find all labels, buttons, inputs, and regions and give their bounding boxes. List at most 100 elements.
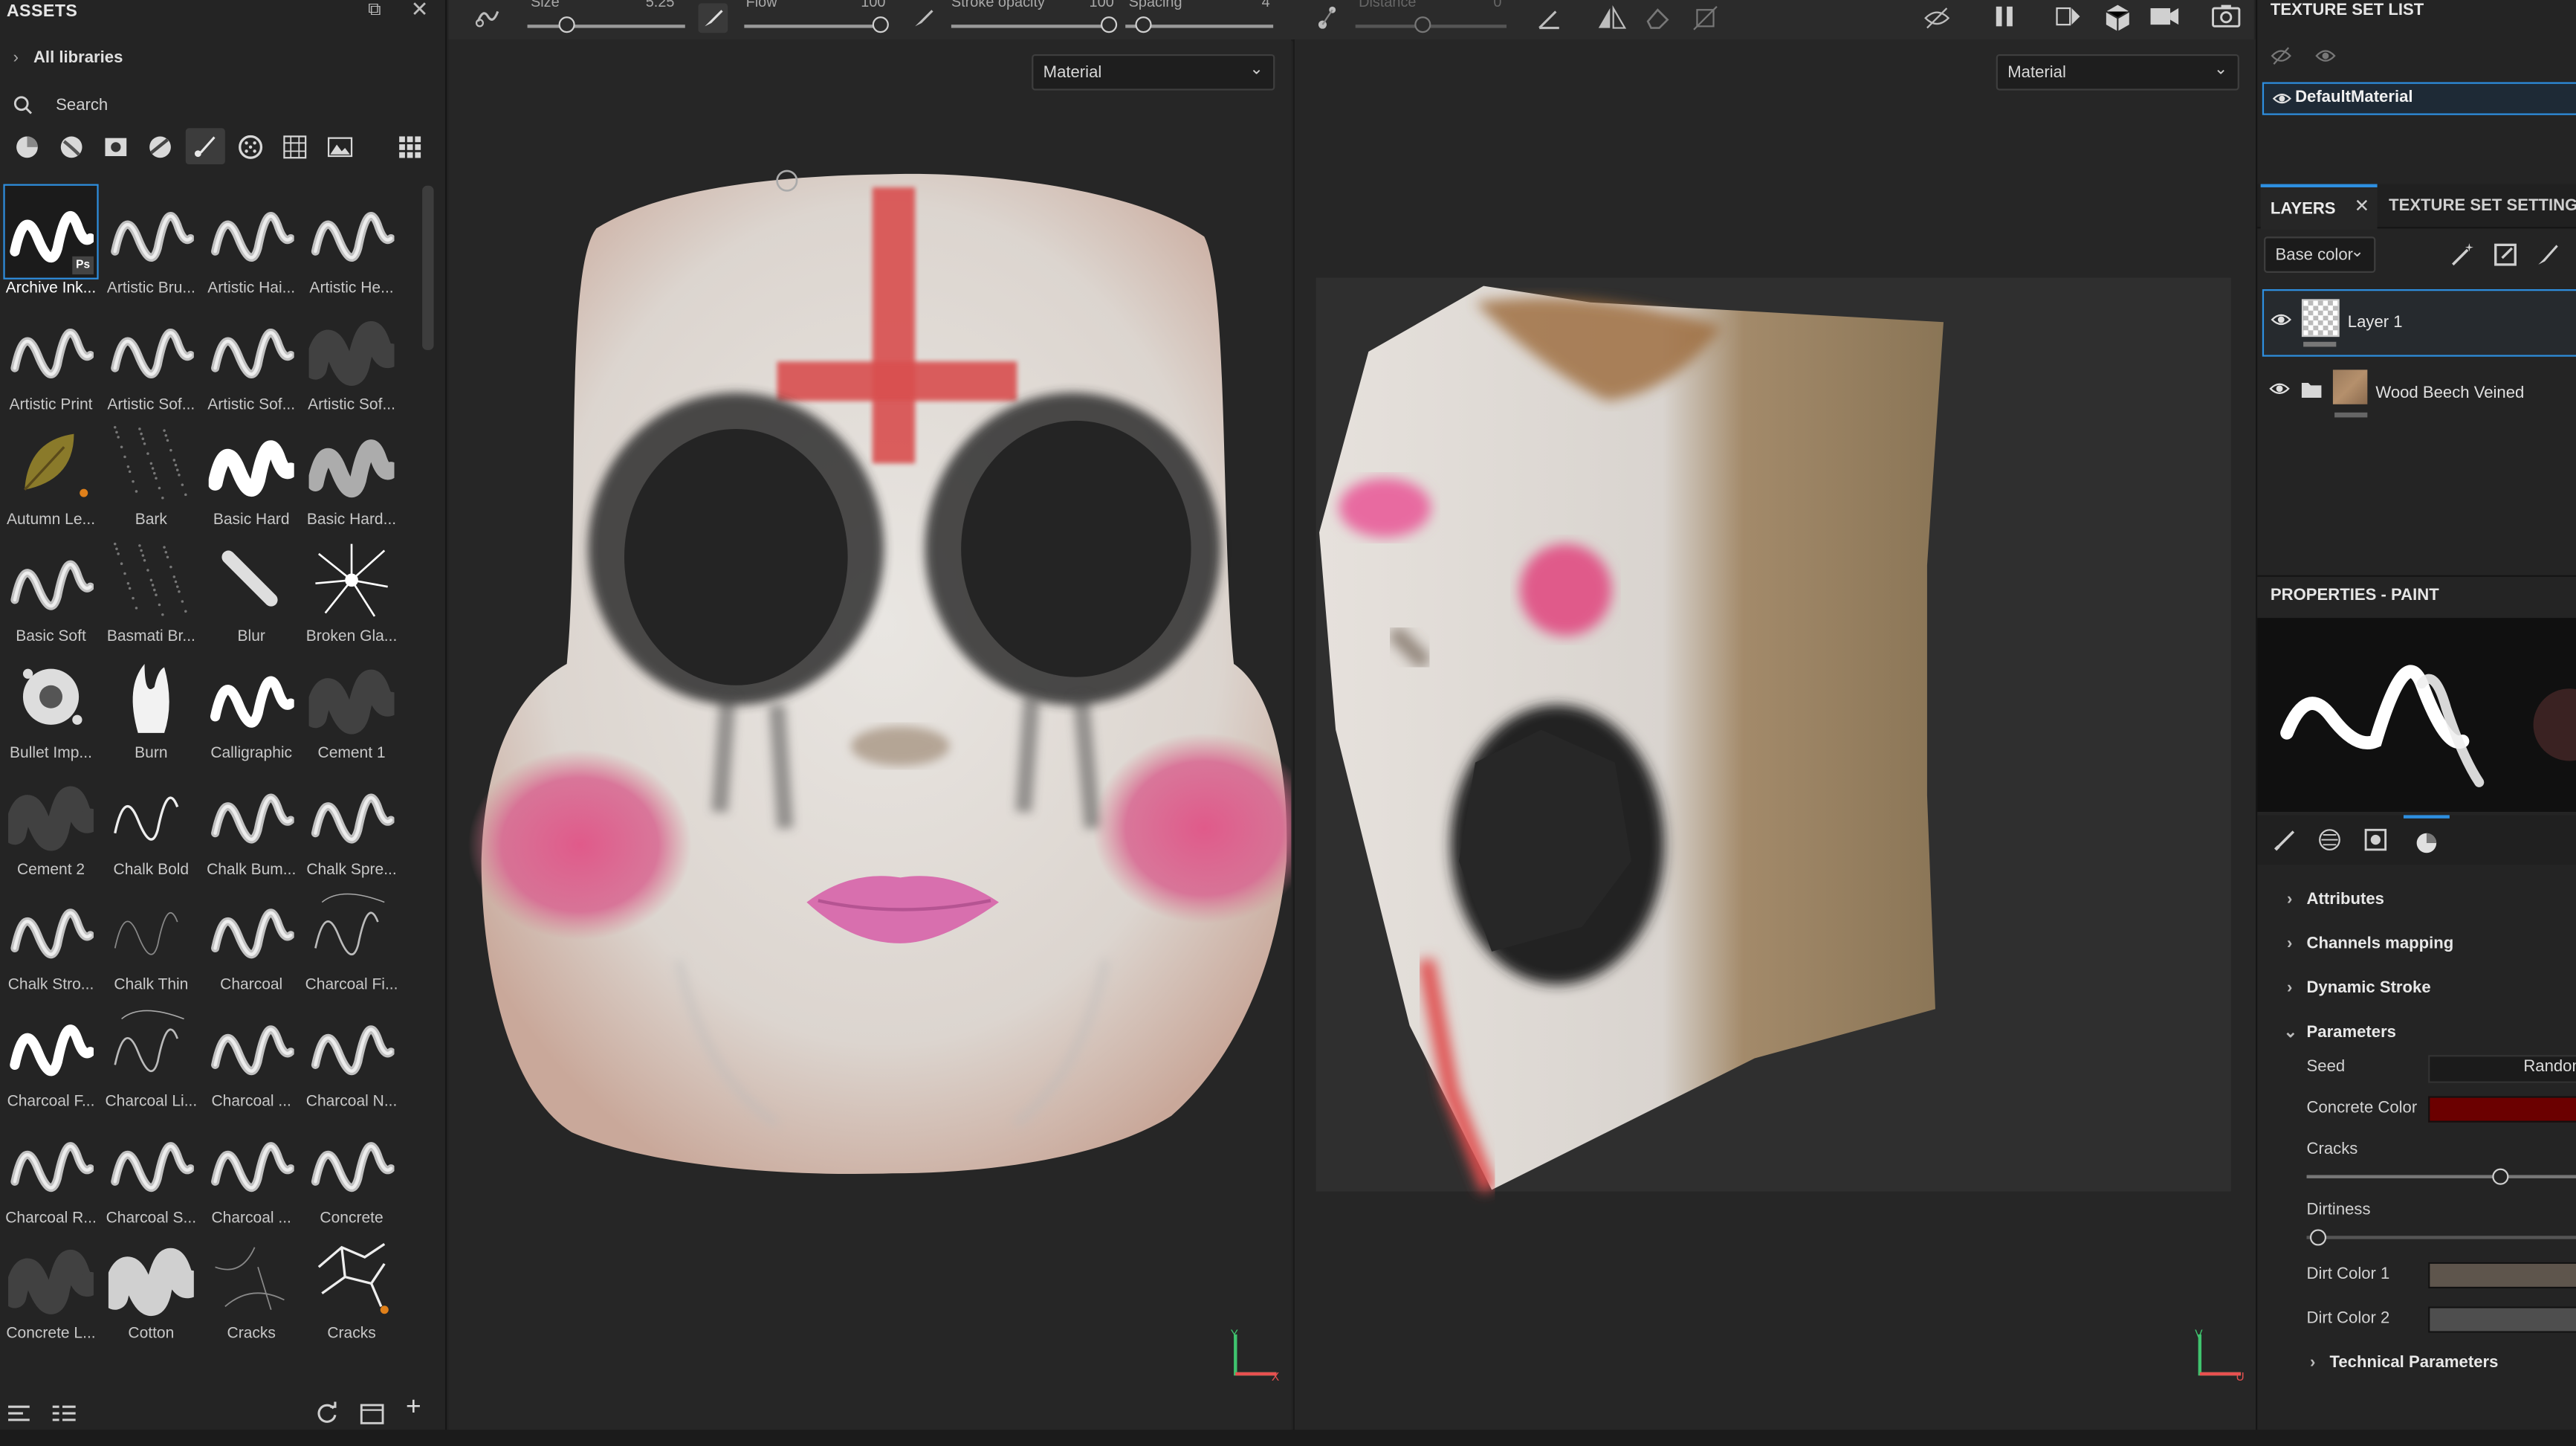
brush-asset[interactable]: Basic Hard... xyxy=(302,415,401,530)
screenshot-icon[interactable] xyxy=(2211,1,2241,28)
close-icon[interactable]: ✕ xyxy=(2355,196,2369,217)
brush-asset[interactable]: Charcoal F... xyxy=(1,995,100,1111)
dirtiness-slider-handle[interactable] xyxy=(2309,1229,2327,1246)
brush-asset[interactable]: Concrete L... xyxy=(1,1228,100,1343)
alpha-icon[interactable] xyxy=(2318,828,2341,851)
texture-set-item[interactable]: DefaultMaterial xyxy=(2262,82,2576,115)
brush-asset[interactable]: Chalk Thin xyxy=(102,879,201,995)
eye-icon[interactable] xyxy=(2272,91,2292,107)
cube-view-icon[interactable] xyxy=(2103,3,2132,33)
camera-icon[interactable] xyxy=(2149,3,2181,29)
brush-asset[interactable]: Charcoal Fi... xyxy=(302,879,401,995)
brush-asset[interactable]: Burn xyxy=(102,647,201,762)
brush-asset[interactable]: Artistic Sof... xyxy=(202,299,301,413)
environment-filter-icon[interactable] xyxy=(327,135,353,159)
brush-filter-button[interactable] xyxy=(185,128,225,165)
brush-asset[interactable]: Charcoal ... xyxy=(202,1112,301,1227)
magic-wand-icon[interactable] xyxy=(2450,242,2476,268)
brush-settings-icon[interactable] xyxy=(2274,828,2297,851)
brush-asset[interactable]: Artistic Hai... xyxy=(202,182,301,297)
material-filter-icon[interactable] xyxy=(59,135,84,159)
brush-asset[interactable]: Charcoal ... xyxy=(202,995,301,1111)
brush-asset[interactable]: Basmati Br... xyxy=(102,531,201,646)
refresh-icon[interactable] xyxy=(315,1401,338,1425)
brush-asset[interactable]: Autumn Le... xyxy=(1,415,100,530)
undock-icon[interactable]: ⧉ xyxy=(368,0,381,22)
search-field[interactable]: Search xyxy=(13,92,424,118)
size-slider[interactable] xyxy=(527,25,685,28)
dirtiness-slider[interactable] xyxy=(2306,1236,2576,1239)
brush-asset[interactable]: Artistic Bru... xyxy=(102,182,201,297)
split-view-icon[interactable] xyxy=(2054,3,2083,33)
brush-asset[interactable]: Charcoal S... xyxy=(102,1112,201,1227)
viewport-3d[interactable]: Material ⌄ Y X xyxy=(448,39,1292,1430)
brush-asset[interactable]: Artistic Sof... xyxy=(302,299,401,413)
eye-icon[interactable] xyxy=(2269,380,2291,398)
uv-texture-island[interactable] xyxy=(1295,39,2256,1430)
brush-asset[interactable]: Artistic Sof... xyxy=(102,299,201,413)
stencil-icon[interactable] xyxy=(2364,828,2387,851)
breadcrumb[interactable]: › All libraries xyxy=(13,49,123,67)
flow-toggle-button[interactable] xyxy=(698,3,728,33)
pause-icon[interactable] xyxy=(1993,5,2016,28)
cracks-slider-handle[interactable] xyxy=(2492,1168,2509,1185)
brush-asset[interactable]: Cement 2 xyxy=(1,764,100,879)
brush-asset[interactable]: Ps Archive Ink... xyxy=(1,182,100,297)
grid-view-icon[interactable] xyxy=(398,135,422,159)
brush-asset[interactable]: Chalk Bum... xyxy=(202,764,301,879)
mask-3d-model[interactable] xyxy=(448,39,1292,1430)
brush-asset[interactable]: Calligraphic xyxy=(202,647,301,762)
dirt-color-1-swatch[interactable] xyxy=(2428,1262,2576,1289)
brush-asset[interactable]: Basic Hard xyxy=(202,415,301,530)
random-seed-button[interactable]: Random xyxy=(2428,1055,2576,1083)
spacing-slider-handle[interactable] xyxy=(1135,16,1152,33)
tab-layers[interactable]: LAYERS ✕ xyxy=(2260,184,2378,230)
brush-asset[interactable]: Charcoal R... xyxy=(1,1112,100,1227)
concrete-color-swatch[interactable] xyxy=(2428,1096,2576,1123)
visibility-icon[interactable] xyxy=(2315,46,2337,66)
brush-asset[interactable]: Concrete xyxy=(302,1112,401,1227)
channel-dropdown[interactable]: Base color ⌄ xyxy=(2264,236,2376,273)
brush-asset[interactable]: Charcoal Li... xyxy=(102,995,201,1111)
brush-asset[interactable]: Chalk Stro... xyxy=(1,879,100,995)
dirt-color-2-swatch[interactable] xyxy=(2428,1306,2576,1333)
symmetry-icon[interactable] xyxy=(1597,4,1627,31)
stroke-opacity-toggle-button[interactable] xyxy=(908,3,938,33)
lazy-mouse-icon[interactable] xyxy=(1316,5,1339,31)
stroke-opacity-slider[interactable] xyxy=(951,25,1110,28)
viewport-2d[interactable]: Material ⌄ V U xyxy=(1292,39,2256,1430)
add-mask-icon[interactable] xyxy=(2492,242,2518,268)
smart-material-filter-icon[interactable] xyxy=(15,135,39,159)
eraser-icon[interactable] xyxy=(1645,5,1671,31)
close-icon[interactable]: ✕ xyxy=(411,0,429,23)
hide-unselected-icon[interactable] xyxy=(1923,5,1950,31)
stroke-opacity-slider-handle[interactable] xyxy=(1101,16,1118,33)
brush-asset[interactable]: Chalk Bold xyxy=(102,764,201,879)
brush-asset[interactable]: Bullet Imp... xyxy=(1,647,100,762)
brush-asset[interactable]: Cracks xyxy=(302,1228,401,1343)
paint-layer-icon[interactable] xyxy=(2535,242,2561,268)
mask-filter-icon[interactable] xyxy=(103,135,128,159)
cracks-slider[interactable] xyxy=(2306,1175,2576,1178)
brush-asset[interactable]: Charcoal xyxy=(202,879,301,995)
flow-slider-handle[interactable] xyxy=(872,16,889,33)
folder-icon[interactable] xyxy=(2300,380,2323,400)
brush-asset[interactable]: Bark xyxy=(102,415,201,530)
smart-mask-filter-icon[interactable] xyxy=(148,135,172,159)
alpha-filter-icon[interactable] xyxy=(282,135,307,159)
brush-asset[interactable]: Artistic He... xyxy=(302,182,401,297)
particle-filter-icon[interactable] xyxy=(239,135,263,159)
distance-slider-handle[interactable] xyxy=(1414,16,1431,33)
tab-material[interactable] xyxy=(2403,815,2450,868)
transform-icon[interactable] xyxy=(1692,5,1718,31)
size-slider-handle[interactable] xyxy=(558,16,575,33)
hide-icon[interactable] xyxy=(2271,46,2292,66)
brush-asset[interactable]: Cement 1 xyxy=(302,647,401,762)
tab-texture-set-settings[interactable]: TEXTURE SET SETTING xyxy=(2379,184,2576,227)
folder-icon[interactable] xyxy=(360,1402,384,1425)
brush-asset[interactable]: Chalk Spre... xyxy=(302,764,401,879)
stroke-tool-icon[interactable] xyxy=(475,5,501,28)
brush-asset[interactable]: Broken Gla... xyxy=(302,531,401,646)
eye-icon[interactable] xyxy=(2271,311,2292,329)
alignment-icon[interactable] xyxy=(1536,5,1562,31)
